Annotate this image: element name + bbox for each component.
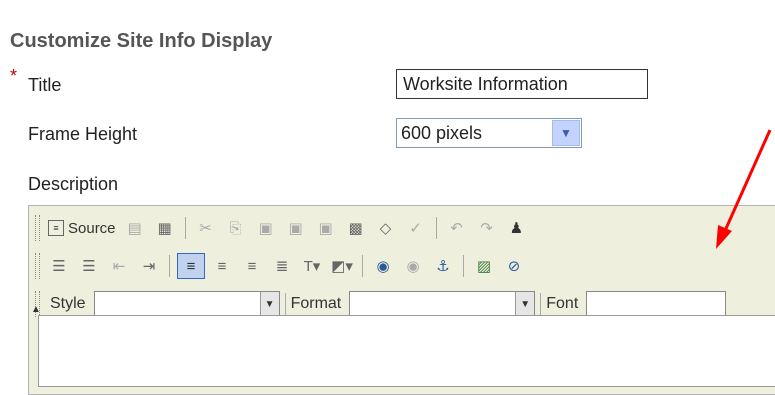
redo-icon[interactable]: ↷ — [474, 216, 500, 240]
title-input[interactable] — [396, 69, 648, 99]
source-label: Source — [68, 219, 116, 237]
toolbar-grip — [35, 215, 40, 241]
source-button[interactable]: ≡ Source — [48, 220, 116, 237]
editor-content-area[interactable] — [38, 315, 775, 387]
format-combo[interactable]: ▼ — [349, 291, 536, 317]
copy-icon[interactable]: ⎘ — [223, 216, 249, 240]
save-icon[interactable]: ▤ — [122, 216, 148, 240]
anchor-icon[interactable]: ⚓ — [430, 254, 456, 278]
format-label: Format — [290, 295, 342, 312]
toolbar-separator — [169, 255, 170, 277]
flash-icon[interactable]: ⊘ — [501, 254, 527, 278]
toolbar-separator — [540, 293, 542, 315]
paste-text-icon[interactable]: ▣ — [283, 216, 309, 240]
paste-icon[interactable]: ▣ — [253, 216, 279, 240]
source-icon: ≡ — [48, 220, 64, 236]
collapse-toolbar-icon[interactable]: ▲ — [31, 304, 41, 315]
align-justify-icon[interactable]: ≣ — [269, 254, 295, 278]
annotation-arrow — [716, 129, 772, 249]
chevron-down-icon[interactable]: ▼ — [515, 292, 535, 316]
required-mark: * — [10, 66, 18, 86]
frame-height-select[interactable]: 600 pixels ▼ — [396, 118, 582, 148]
style-label: Style — [50, 295, 86, 312]
font-label: Font — [546, 295, 579, 312]
chevron-down-icon[interactable]: ▼ — [552, 120, 580, 146]
text-color-icon[interactable]: T▾ — [299, 254, 325, 278]
toolbar-separator — [463, 255, 464, 277]
cut-icon[interactable]: ✂ — [193, 216, 219, 240]
numbered-list-icon[interactable]: ☰ — [46, 254, 72, 278]
background-color-icon[interactable]: ◩▾ — [329, 254, 355, 278]
font-combo[interactable] — [586, 291, 727, 317]
align-center-icon[interactable]: ≡ — [209, 254, 235, 278]
toolbar-grip — [35, 253, 40, 279]
toolbar-separator — [435, 217, 437, 239]
bulleted-list-icon[interactable]: ☰ — [76, 254, 102, 278]
title-label: Title — [28, 75, 62, 95]
toolbar-row-1: ≡ Source ▤ ▦ ✂ ⎘ ▣ ▣ ▣ ▩ ◇ ✓ ↶ ↷ ♟ — [31, 212, 532, 244]
select-all-icon[interactable]: ▩ — [343, 216, 369, 240]
image-icon[interactable]: ▨ — [471, 254, 497, 278]
toolbar-separator — [362, 255, 363, 277]
chevron-down-icon[interactable]: ▼ — [259, 292, 279, 316]
indent-icon[interactable]: ⇥ — [136, 254, 162, 278]
paste-word-icon[interactable]: ▣ — [313, 216, 339, 240]
undo-icon[interactable]: ↶ — [444, 216, 470, 240]
description-label: Description — [28, 174, 119, 194]
toolbar-separator — [284, 293, 286, 315]
frame-height-value: 600 pixels — [401, 122, 483, 143]
frame-height-label: Frame Height — [28, 124, 138, 144]
link-icon[interactable]: ◉ — [370, 254, 396, 278]
align-left-icon[interactable]: ≡ — [177, 253, 205, 279]
outdent-icon[interactable]: ⇤ — [106, 254, 132, 278]
unlink-icon[interactable]: ◉ — [400, 254, 426, 278]
spellcheck-icon[interactable]: ✓ — [403, 216, 429, 240]
eraser-icon[interactable]: ◇ — [373, 216, 399, 240]
new-page-icon[interactable]: ▦ — [152, 216, 178, 240]
toolbar-row-2: ☰ ☰ ⇤ ⇥ ≡ ≡ ≡ ≣ T▾ ◩▾ ◉ ◉ ⚓ ▨ ⊘ — [31, 250, 529, 282]
style-combo[interactable]: ▼ — [93, 291, 280, 317]
align-right-icon[interactable]: ≡ — [239, 254, 265, 278]
toolbar-separator — [184, 217, 186, 239]
find-icon[interactable]: ♟ — [504, 216, 530, 240]
page-heading: Customize Site Info Display — [10, 30, 273, 52]
